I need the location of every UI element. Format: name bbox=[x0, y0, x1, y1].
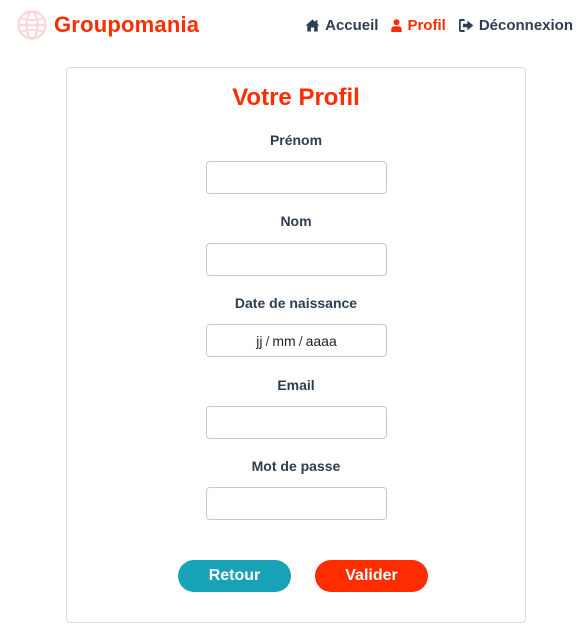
sign-out-icon bbox=[458, 18, 474, 32]
submit-button[interactable]: Valider bbox=[315, 560, 428, 592]
main-nav: Accueil Profil Déconnexion bbox=[305, 14, 573, 36]
password-field[interactable] bbox=[206, 487, 387, 520]
email-field[interactable] bbox=[206, 406, 387, 439]
profile-form-card: Votre Profil Prénom Nom Date de naissanc… bbox=[66, 67, 526, 623]
nav-link-accueil[interactable]: Accueil bbox=[305, 17, 378, 34]
last-name-field[interactable] bbox=[206, 243, 387, 276]
birth-date-label: Date de naissance bbox=[234, 295, 358, 311]
date-day-segment[interactable]: jj bbox=[256, 333, 262, 349]
brand-logo-link[interactable]: Groupomania bbox=[16, 8, 199, 42]
first-name-field[interactable] bbox=[206, 161, 387, 194]
home-icon bbox=[305, 18, 320, 32]
email-label: Email bbox=[277, 377, 315, 393]
nav-link-profil[interactable]: Profil bbox=[391, 16, 446, 34]
page-title: Votre Profil bbox=[232, 84, 360, 111]
password-label: Mot de passe bbox=[251, 458, 341, 474]
nav-link-label: Accueil bbox=[325, 16, 379, 34]
date-month-segment[interactable]: mm bbox=[272, 333, 295, 349]
date-year-segment[interactable]: aaaa bbox=[306, 333, 337, 349]
date-separator: / bbox=[265, 332, 270, 349]
top-navbar: Groupomania Accueil Profil Déconnexion bbox=[0, 0, 586, 50]
nav-link-label: Déconnexion bbox=[478, 16, 573, 34]
birth-date-field[interactable]: jj / mm / aaaa bbox=[206, 324, 387, 357]
back-button[interactable]: Retour bbox=[178, 560, 291, 592]
nav-link-deconnexion[interactable]: Déconnexion bbox=[458, 16, 573, 34]
first-name-label: Prénom bbox=[269, 132, 323, 148]
brand-name: Groupomania bbox=[54, 12, 200, 37]
globe-logo-icon bbox=[17, 10, 47, 40]
nav-link-label: Profil bbox=[407, 16, 446, 34]
last-name-label: Nom bbox=[280, 213, 312, 229]
user-icon bbox=[391, 18, 403, 32]
date-separator: / bbox=[298, 332, 303, 349]
